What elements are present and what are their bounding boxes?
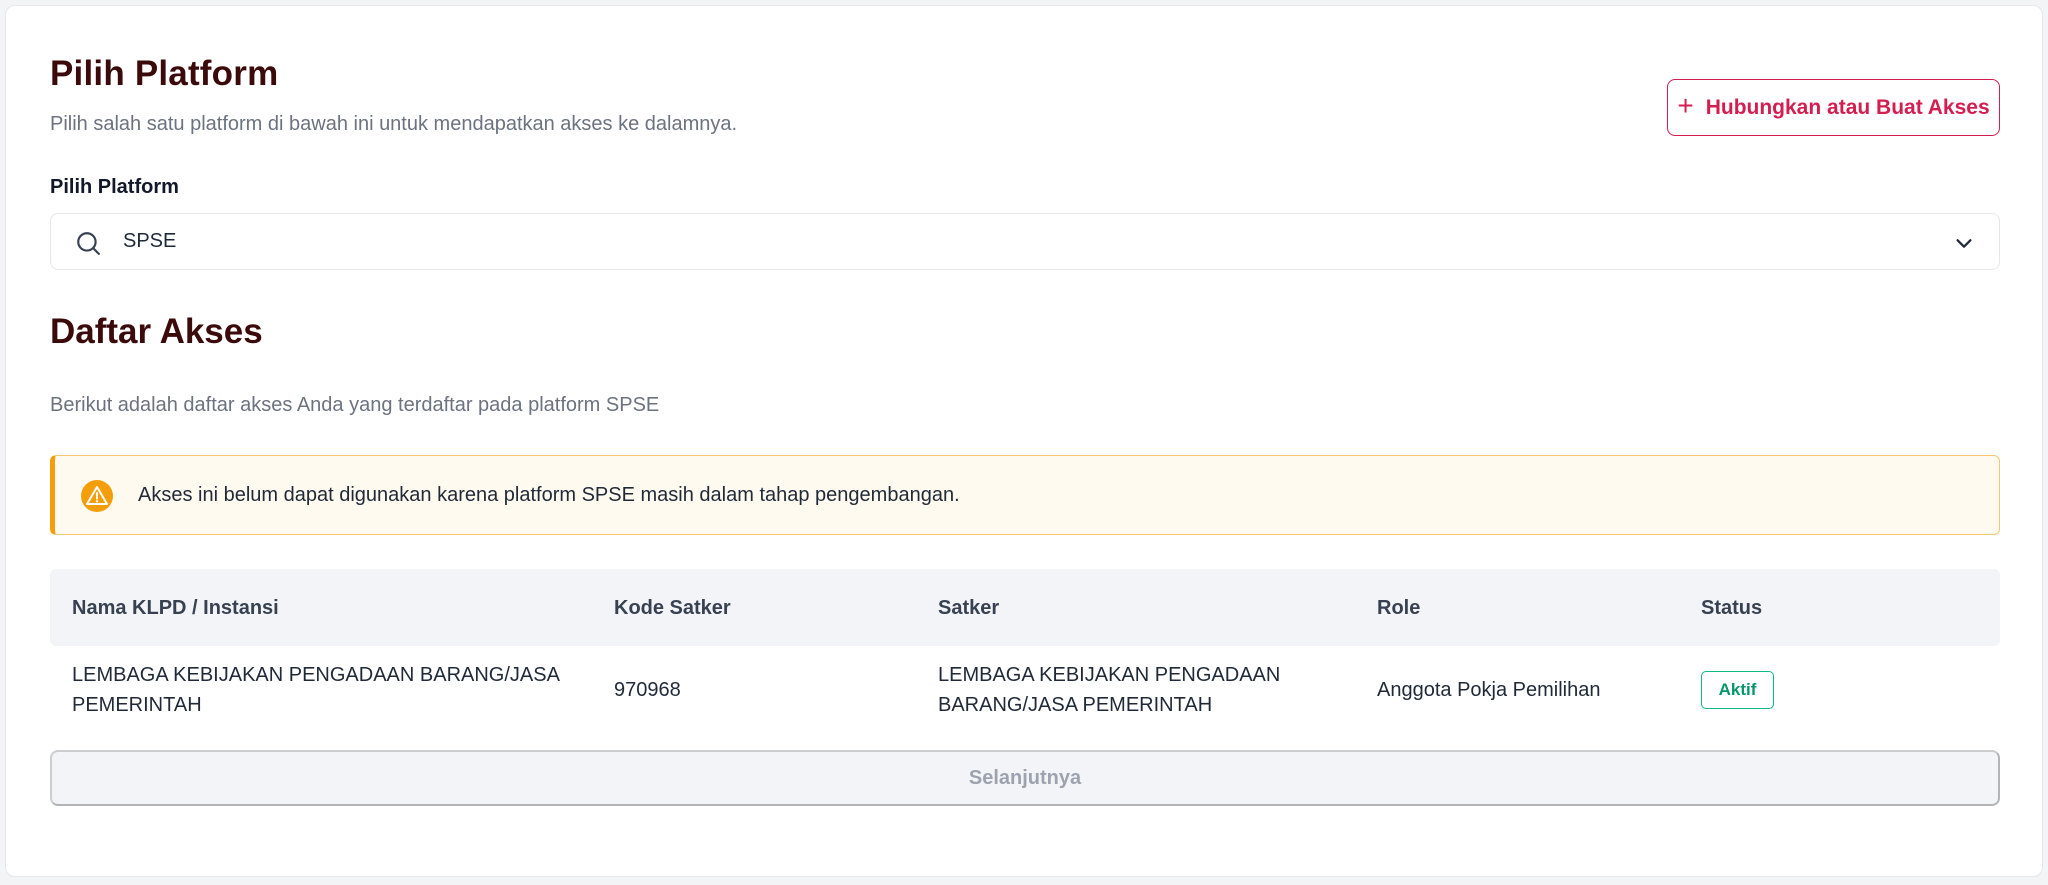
page-title: Pilih Platform (50, 54, 279, 93)
cell-satker: LEMBAGA KEBIJAKAN PENGADAAN BARANG/JASA … (938, 660, 1280, 720)
cell-instansi-line2: PEMERINTAH (72, 694, 202, 716)
cell-role: Anggota Pokja Pemilihan (1377, 679, 1601, 701)
cell-instansi: LEMBAGA KEBIJAKAN PENGADAAN BARANG/JASA … (72, 660, 560, 720)
platform-select-value: SPSE (123, 230, 177, 252)
connect-or-create-access-button[interactable]: + Hubungkan atau Buat Akses (1667, 79, 2000, 136)
warning-icon (81, 480, 113, 512)
cell-satker-line1: LEMBAGA KEBIJAKAN PENGADAAN (938, 664, 1281, 686)
column-header-role: Role (1377, 597, 1421, 619)
access-list-description: Berikut adalah daftar akses Anda yang te… (50, 394, 660, 416)
column-header-status: Status (1701, 597, 1763, 619)
cell-satker-line2: BARANG/JASA PEMERINTAH (938, 694, 1213, 716)
column-header-kode-satker: Kode Satker (614, 597, 731, 619)
table-header: Nama KLPD / Instansi Kode Satker Satker … (50, 569, 2000, 646)
platform-select[interactable]: SPSE (50, 213, 2000, 270)
alert-text: Akses ini belum dapat digunakan karena p… (138, 483, 960, 506)
next-button[interactable]: Selanjutnya (50, 750, 2000, 806)
cell-kode-satker: 970968 (614, 679, 681, 701)
column-header-satker: Satker (938, 597, 1000, 619)
chevron-down-icon[interactable] (1953, 232, 1975, 254)
table-row: LEMBAGA KEBIJAKAN PENGADAAN BARANG/JASA … (50, 646, 2000, 750)
platform-select-label: Pilih Platform (50, 176, 179, 198)
access-list-title: Daftar Akses (50, 312, 263, 351)
page-subtitle: Pilih salah satu platform di bawah ini u… (50, 113, 738, 135)
cell-instansi-line1: LEMBAGA KEBIJAKAN PENGADAAN BARANG/JASA (72, 664, 560, 686)
main-card: Pilih Platform Pilih salah satu platform… (5, 5, 2043, 877)
access-table: Nama KLPD / Instansi Kode Satker Satker … (50, 569, 2000, 750)
status-badge: Aktif (1701, 671, 1774, 709)
search-icon (77, 232, 100, 255)
column-header-instansi: Nama KLPD / Instansi (72, 597, 279, 619)
warning-alert: Akses ini belum dapat digunakan karena p… (50, 455, 2000, 535)
plus-icon: + (1677, 90, 1694, 121)
connect-button-label: Hubungkan atau Buat Akses (1705, 95, 1990, 119)
